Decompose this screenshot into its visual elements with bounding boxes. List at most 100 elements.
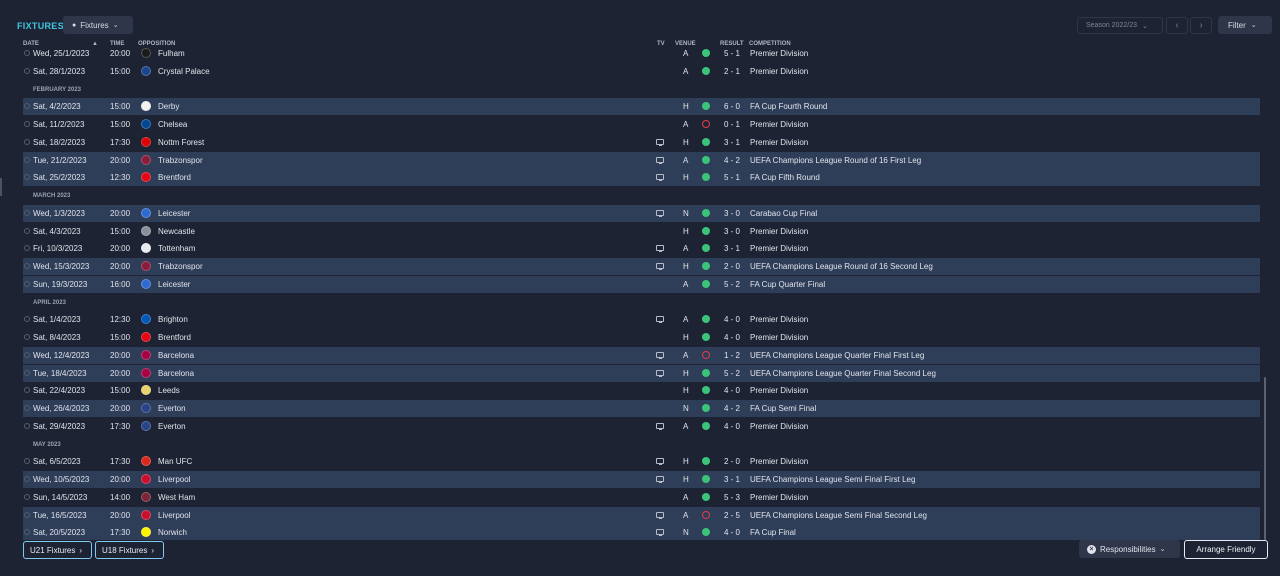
next-season-button[interactable]: › — [1190, 17, 1212, 34]
fixture-row[interactable]: Sat, 6/5/2023 17:30 Man UFC H 2 - 0 Premier D… — [23, 453, 1260, 470]
fixture-opposition[interactable]: Fulham — [158, 49, 185, 58]
status-circle-icon[interactable] — [24, 174, 30, 181]
fixture-opposition[interactable]: Derby — [158, 102, 179, 111]
fixture-opposition[interactable]: West Ham — [158, 493, 195, 502]
fixture-opposition[interactable]: Liverpool — [158, 475, 190, 484]
responsibilities-button[interactable]: × Responsibilities ⌄ — [1079, 540, 1180, 558]
status-circle-icon[interactable] — [24, 121, 30, 127]
fixture-opposition[interactable]: Chelsea — [158, 120, 187, 129]
fixture-row[interactable]: Sat, 28/1/2023 15:00 Crystal Palace A 2 - 1 P… — [23, 63, 1260, 80]
club-crest-icon — [141, 225, 151, 236]
fixture-opposition[interactable]: Man UFC — [158, 457, 192, 466]
status-circle-icon[interactable] — [24, 103, 30, 110]
status-circle-icon[interactable] — [24, 351, 30, 358]
fixture-row[interactable]: Sun, 14/5/2023 14:00 West Ham A 5 - 3 Premier… — [23, 489, 1260, 506]
status-circle-icon[interactable] — [24, 422, 30, 429]
fixture-time: 20:00 — [110, 350, 131, 360]
u21-fixtures-button[interactable]: U21 Fixtures › — [23, 541, 92, 559]
status-circle-icon[interactable] — [24, 458, 30, 465]
fixture-opposition[interactable]: Trabzonspor — [158, 262, 203, 271]
fixture-row[interactable]: Wed, 26/4/2023 20:00 Everton N 4 - 2 FA Cup S… — [23, 400, 1260, 417]
club-crest-icon — [141, 154, 151, 165]
status-circle-icon[interactable] — [24, 67, 30, 74]
fixture-row[interactable]: Sat, 20/5/2023 17:30 Norwich N 4 - 0 FA Cup F… — [23, 524, 1260, 540]
status-circle-icon[interactable] — [24, 245, 30, 252]
fixture-score: 3 - 0 — [724, 226, 741, 236]
status-circle-icon[interactable] — [24, 493, 30, 500]
fixture-competition: Premier Division — [750, 244, 809, 254]
status-circle-icon[interactable] — [24, 334, 30, 340]
fixture-opposition[interactable]: Leicester — [158, 280, 190, 289]
fixture-row[interactable]: Sat, 25/2/2023 12:30 Brentford H 5 - 1 FA Cup… — [23, 169, 1260, 187]
fixture-venue: A — [683, 315, 689, 325]
fixture-row[interactable]: Wed, 1/3/2023 20:00 Leicester N 3 - 0 Carabao… — [23, 204, 1260, 222]
season-dropdown[interactable]: Season 2022/23 ⌄ — [1077, 17, 1163, 34]
fixture-row[interactable]: Sat, 11/2/2023 15:00 Chelsea A 0 - 1 Premier … — [23, 116, 1260, 133]
status-circle-icon[interactable] — [24, 209, 30, 216]
fixture-opposition[interactable]: Barcelona — [158, 351, 194, 360]
status-circle-icon[interactable] — [24, 369, 30, 376]
fixture-opposition[interactable]: Newcastle — [158, 227, 195, 236]
status-circle-icon[interactable] — [24, 529, 30, 536]
u18-fixtures-button[interactable]: U18 Fixtures › — [95, 541, 164, 559]
tv-icon — [656, 458, 664, 466]
fixture-venue: H — [683, 333, 689, 342]
fixture-row[interactable]: Wed, 12/4/2023 20:00 Barcelona A 1 - 2 UEFA C… — [23, 346, 1260, 364]
fixture-opposition[interactable]: Brighton — [158, 315, 188, 324]
status-circle-icon[interactable] — [24, 476, 30, 482]
fixture-opposition[interactable]: Everton — [158, 422, 186, 431]
status-circle-icon[interactable] — [24, 263, 30, 269]
fixture-row[interactable]: Wed, 25/1/2023 20:00 Fulham A 5 - 1 Premier D… — [23, 46, 1260, 62]
fixture-row[interactable]: Fri, 10/3/2023 20:00 Tottenham A 3 - 1 Premie… — [23, 240, 1260, 257]
fixture-opposition[interactable]: Brentford — [158, 333, 191, 342]
fixture-opposition[interactable]: Barcelona — [158, 369, 194, 378]
prev-season-button[interactable]: ‹ — [1166, 17, 1188, 34]
fixture-row[interactable]: Sat, 1/4/2023 12:30 Brighton A 4 - 0 Premier … — [23, 311, 1260, 328]
fixture-row[interactable]: Wed, 15/3/2023 20:00 Trabzonspor H 2 - 0 UEFA… — [23, 258, 1260, 275]
status-circle-icon[interactable] — [24, 316, 30, 323]
fixture-score: 5 - 3 — [724, 492, 741, 502]
fixture-row[interactable]: Sat, 4/2/2023 15:00 Derby H 6 - 0 FA Cup Four… — [23, 98, 1260, 116]
status-circle-icon[interactable] — [24, 138, 30, 145]
fixture-opposition[interactable]: Leeds — [158, 386, 180, 395]
fixture-row[interactable]: Sat, 22/4/2023 15:00 Leeds H 4 - 0 Premier Di… — [23, 382, 1260, 399]
fixture-row[interactable]: Wed, 10/5/2023 20:00 Liverpool H 3 - 1 UEFA C… — [23, 471, 1260, 488]
month-header: MAY 2023 — [33, 441, 61, 448]
fixture-score: 2 - 0 — [724, 262, 741, 271]
club-crest-icon — [141, 136, 151, 147]
status-circle-icon[interactable] — [24, 405, 30, 411]
arrange-friendly-button[interactable]: Arrange Friendly — [1184, 540, 1268, 559]
fixture-row[interactable]: Sat, 4/3/2023 15:00 Newcastle H 3 - 0 Premier… — [23, 223, 1260, 240]
fixtures-list: Wed, 25/1/2023 20:00 Fulham A 5 - 1 Premier D… — [0, 46, 1260, 540]
fixture-row[interactable]: Sat, 18/2/2023 17:30 Nottm Forest H 3 - 1 Pre… — [23, 134, 1260, 151]
fixture-row[interactable]: Sat, 29/4/2023 17:30 Everton A 4 - 0 Premier … — [23, 418, 1260, 435]
club-crest-icon — [141, 509, 151, 520]
win-indicator-icon — [702, 208, 710, 217]
fixture-competition: FA Cup Fifth Round — [750, 173, 820, 183]
status-circle-icon[interactable] — [24, 511, 30, 518]
fixture-row[interactable]: Tue, 16/5/2023 20:00 Liverpool A 2 - 5 UEFA C… — [23, 506, 1260, 524]
status-circle-icon[interactable] — [24, 387, 30, 394]
fixture-opposition[interactable]: Trabzonspor — [158, 156, 203, 165]
fixture-row[interactable]: Tue, 18/4/2023 20:00 Barcelona H 5 - 2 UEFA C… — [23, 364, 1260, 382]
fixture-row[interactable]: Sat, 8/4/2023 15:00 Brentford H 4 - 0 Premier… — [23, 329, 1260, 346]
fixture-opposition[interactable]: Nottm Forest — [158, 138, 204, 147]
status-circle-icon[interactable] — [24, 280, 30, 287]
filter-button[interactable]: Filter ⌄ — [1218, 16, 1272, 34]
top-bar: FIXTURES ● Fixtures ⌄ Season 2022/23 ⌄ ‹… — [0, 0, 1280, 42]
fixture-opposition[interactable]: Liverpool — [158, 511, 190, 520]
fixture-opposition[interactable]: Norwich — [158, 528, 187, 537]
fixture-opposition[interactable]: Leicester — [158, 209, 190, 218]
fixture-row[interactable]: Sun, 19/3/2023 16:00 Leicester A 5 - 2 FA Cup… — [23, 275, 1260, 293]
status-circle-icon[interactable] — [24, 50, 30, 56]
scrollbar[interactable] — [1264, 377, 1266, 540]
fixture-opposition[interactable]: Everton — [158, 404, 186, 413]
fixture-opposition[interactable]: Tottenham — [158, 244, 195, 253]
fixture-opposition[interactable]: Crystal Palace — [158, 67, 210, 76]
view-dropdown[interactable]: ● Fixtures ⌄ — [63, 16, 133, 34]
fixture-opposition[interactable]: Brentford — [158, 173, 191, 182]
fixture-row[interactable]: Tue, 21/2/2023 20:00 Trabzonspor A 4 - 2 UEFA… — [23, 151, 1260, 169]
status-circle-icon[interactable] — [24, 227, 30, 234]
fixture-score: 6 - 0 — [724, 102, 741, 112]
status-circle-icon[interactable] — [24, 156, 30, 163]
